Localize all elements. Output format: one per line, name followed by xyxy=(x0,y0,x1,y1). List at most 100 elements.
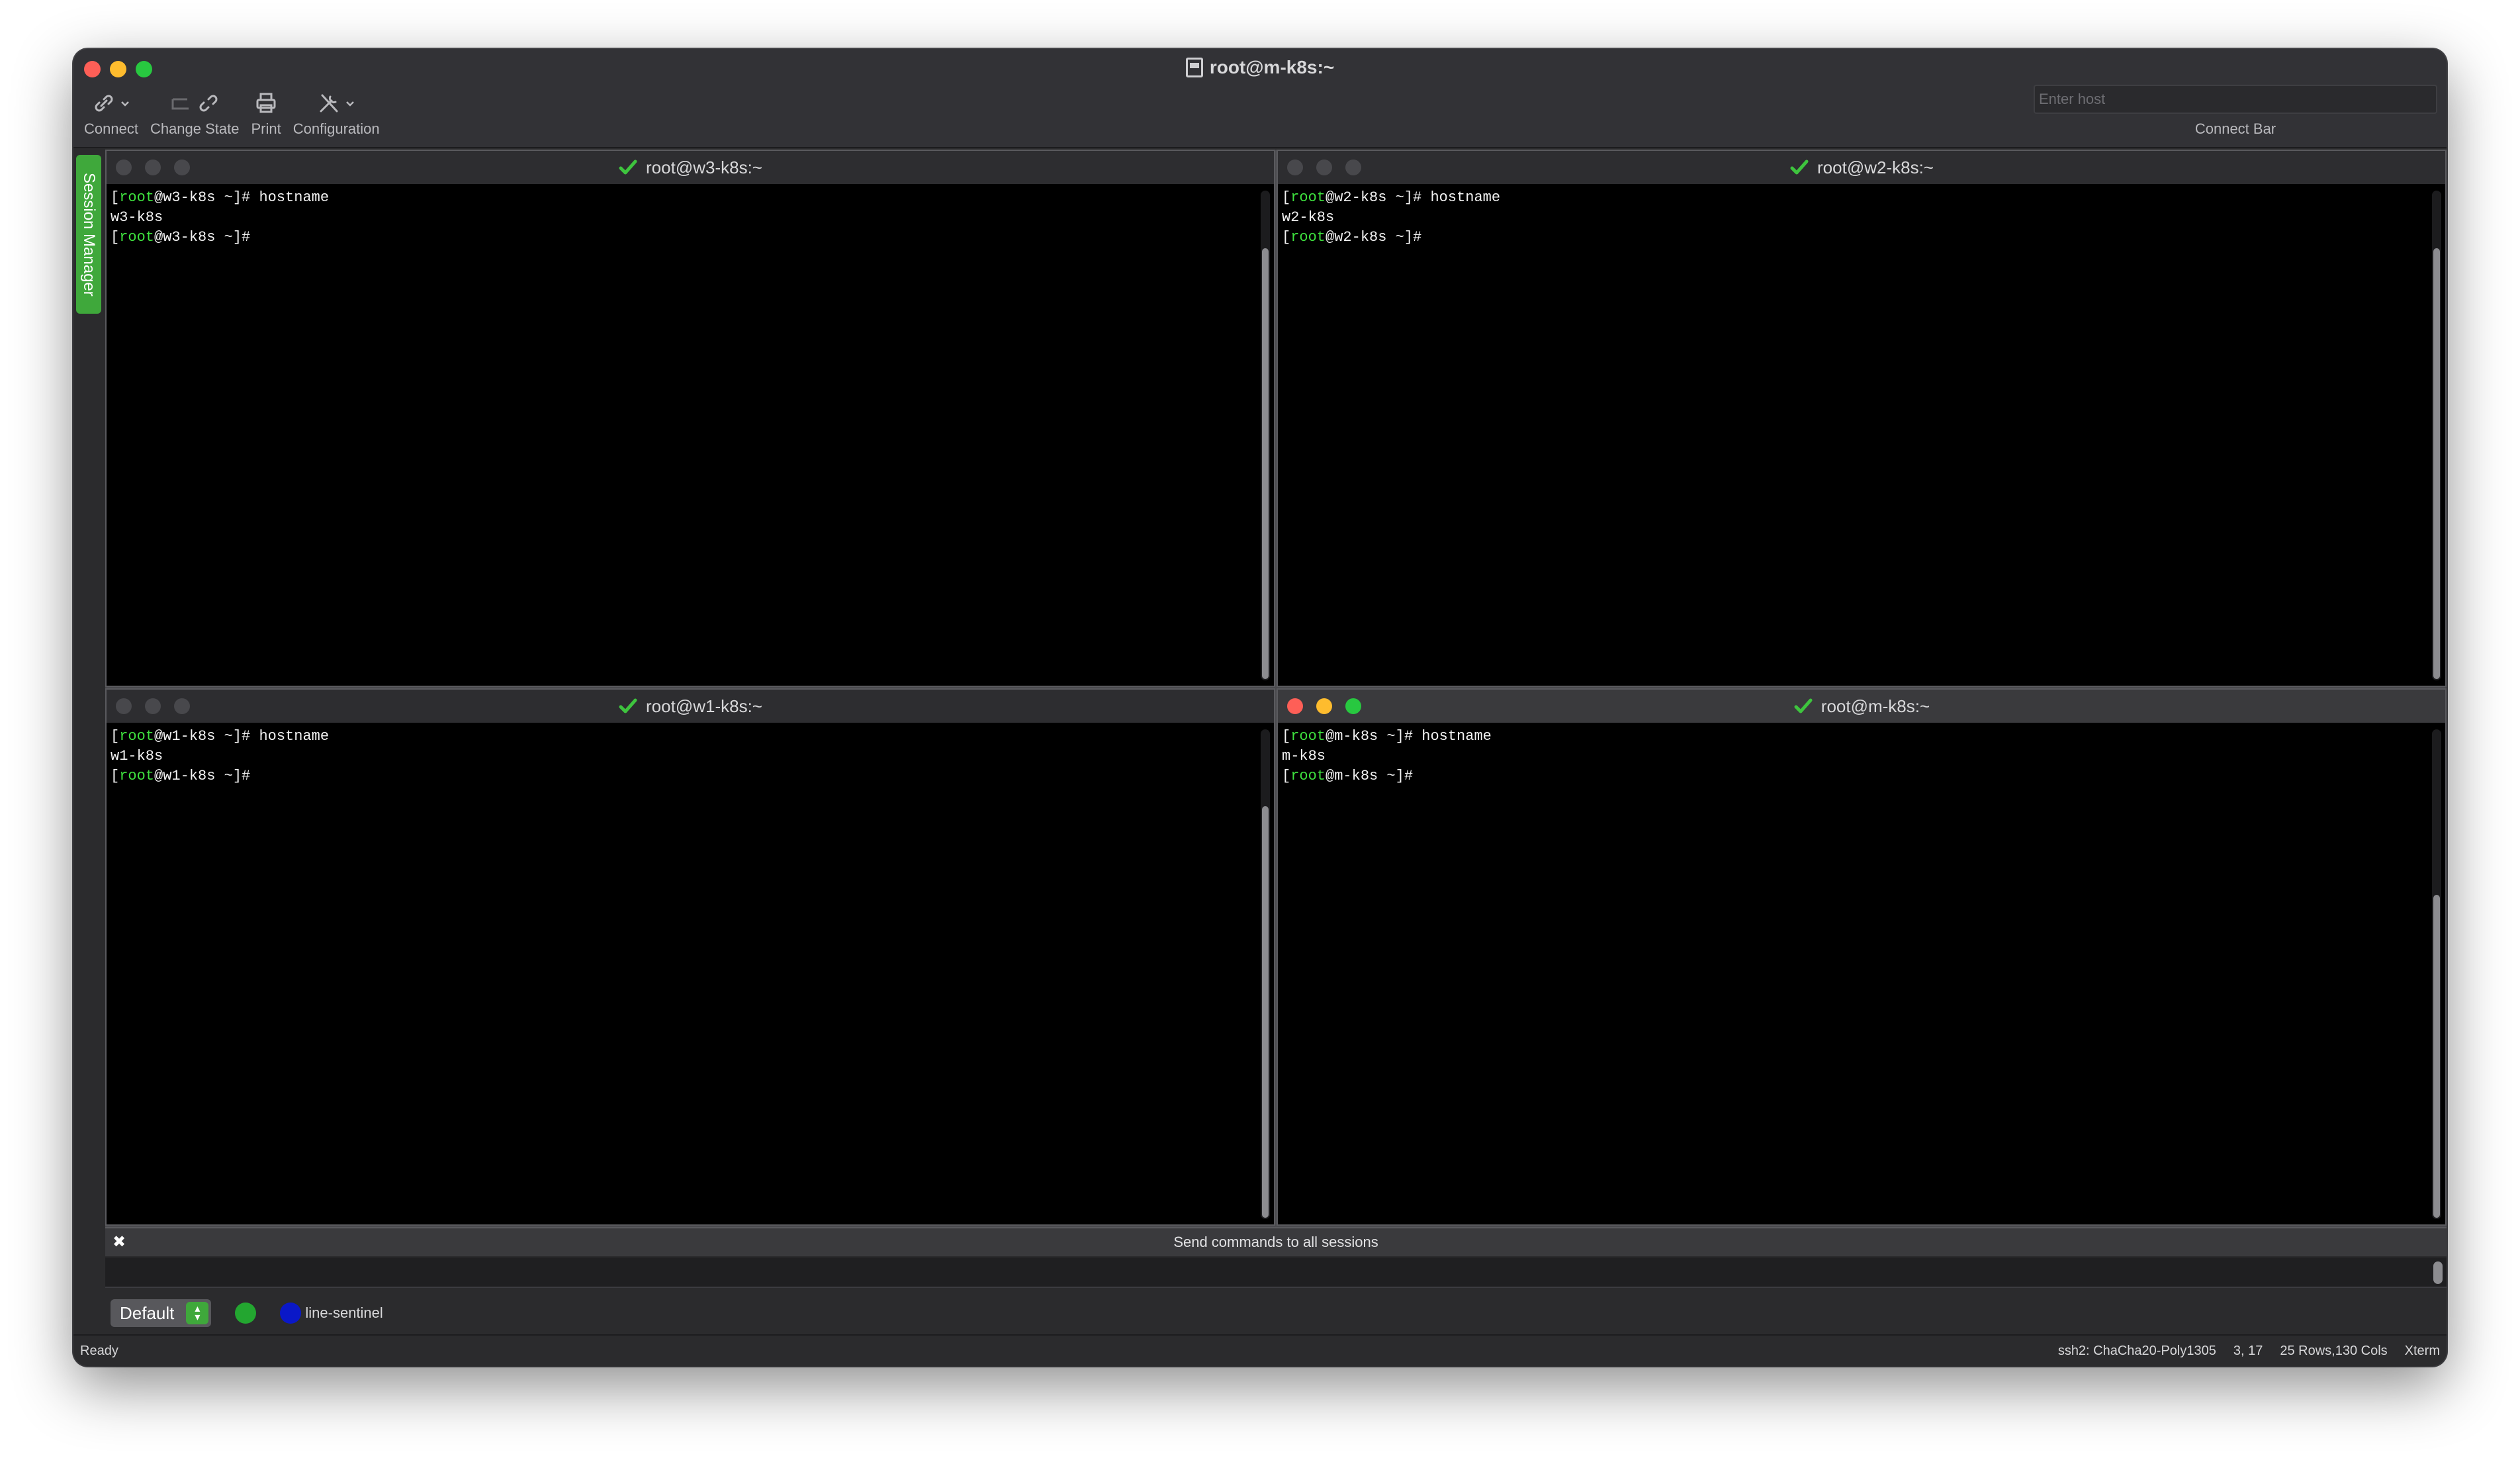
session-pane[interactable]: root@w3-k8s:~ [root@w3-k8s ~]# hostname w3… xyxy=(105,150,1275,687)
session-title: root@w2-k8s:~ xyxy=(1789,158,1934,178)
pane-window-controls xyxy=(116,698,190,714)
pane-minimize-button[interactable] xyxy=(1316,698,1332,714)
print-button[interactable]: Print xyxy=(248,89,285,138)
send-commands-title: Send commands to all sessions xyxy=(1173,1234,1378,1250)
connect-bar-label: Connect Bar xyxy=(2194,120,2276,137)
terminal-size: 25 Rows,130 Cols xyxy=(2280,1343,2388,1358)
session-tab-header[interactable]: root@m-k8s:~ xyxy=(1278,690,2445,723)
terminal-line: [root@w1-k8s ~]# hostname xyxy=(111,728,330,745)
session-tab-header[interactable]: root@w3-k8s:~ xyxy=(107,151,1274,184)
terminal-line: [root@w3-k8s ~]# hostname xyxy=(111,189,330,206)
pane-close-button[interactable] xyxy=(1287,160,1303,175)
pane-minimize-button[interactable] xyxy=(1316,160,1332,175)
session-pane[interactable]: root@m-k8s:~ [root@m-k8s ~]# hostname m-k8… xyxy=(1277,688,2447,1226)
session-title: root@w3-k8s:~ xyxy=(618,158,762,178)
checkmark-icon xyxy=(618,158,638,177)
title-toolbar: root@m-k8s:~ Connect Change State Print … xyxy=(73,49,2447,148)
link-icon xyxy=(199,95,218,112)
configuration-icon xyxy=(320,94,338,113)
connect-label: Connect xyxy=(84,120,138,137)
scrollbar-thumb[interactable] xyxy=(1262,248,1269,679)
pane-close-button[interactable] xyxy=(116,698,132,714)
document-icon xyxy=(1185,58,1203,77)
connect-bar: Connect Bar xyxy=(2034,85,2437,138)
status-bar: Ready ssh2: ChaCha20-Poly1305 3, 17 25 R… xyxy=(73,1334,2447,1366)
change-state-icon xyxy=(171,98,189,110)
terminal-line: w1-k8s xyxy=(111,748,163,764)
line-sentinel-button[interactable]: line-sentinel xyxy=(280,1303,383,1324)
chevron-down-icon xyxy=(346,101,355,107)
configuration-button[interactable]: Configuration xyxy=(289,89,384,138)
terminal-scrollbar[interactable] xyxy=(1261,191,1270,680)
send-commands-bar: ✖ Send commands to all sessions Default … xyxy=(105,1227,2447,1334)
session-panes: root@w3-k8s:~ [root@w3-k8s ~]# hostname w3… xyxy=(105,150,2447,1227)
terminal-scrollbar[interactable] xyxy=(1261,729,1270,1219)
terminal-scrollbar[interactable] xyxy=(2432,191,2441,680)
scrollbar-thumb[interactable] xyxy=(1262,806,1269,1218)
session-tab-header[interactable]: root@w1-k8s:~ xyxy=(107,690,1274,723)
checkmark-icon xyxy=(1793,696,1813,716)
send-commands-header: ✖ Send commands to all sessions xyxy=(105,1227,2447,1256)
terminal-output[interactable]: [root@w1-k8s ~]# hostname w1-k8s [root@w1-… xyxy=(111,727,1251,1222)
pane-minimize-button[interactable] xyxy=(145,160,161,175)
emulation-type: Xterm xyxy=(2404,1343,2440,1358)
pane-close-button[interactable] xyxy=(1287,698,1303,714)
pane-zoom-button[interactable] xyxy=(1345,698,1361,714)
scrollbar-thumb[interactable] xyxy=(2433,895,2440,1218)
terminal-line: w2-k8s xyxy=(1282,209,1335,226)
terminal-line: m-k8s xyxy=(1282,748,1326,764)
connect-button[interactable]: Connect xyxy=(80,89,142,138)
window-title-text: root@m-k8s:~ xyxy=(1209,57,1335,77)
status-text: Ready xyxy=(80,1343,118,1358)
session-pane[interactable]: root@w2-k8s:~ [root@w2-k8s ~]# hostname w2… xyxy=(1277,150,2447,687)
session-manager-label: Session Manager xyxy=(80,172,98,297)
close-icon[interactable]: ✖ xyxy=(109,1232,129,1252)
pane-window-controls xyxy=(116,160,190,175)
change-state-button[interactable]: Change State xyxy=(146,89,244,138)
pane-minimize-button[interactable] xyxy=(145,698,161,714)
app-window: root@m-k8s:~ Connect Change State Print … xyxy=(73,49,2447,1366)
session-title-text: root@w1-k8s:~ xyxy=(646,696,762,716)
pane-window-controls xyxy=(1287,160,1361,175)
button-bar: Default ▴ ▾ line-sentinel xyxy=(105,1292,2447,1334)
configuration-label: Configuration xyxy=(292,120,380,137)
line-sentinel-label: line-sentinel xyxy=(305,1304,383,1321)
session-tab-header[interactable]: root@w2-k8s:~ xyxy=(1278,151,2445,184)
terminal-line: [root@w1-k8s ~]# xyxy=(111,768,251,784)
terminal-scrollbar[interactable] xyxy=(2432,729,2441,1219)
pane-zoom-button[interactable] xyxy=(174,698,190,714)
terminal-line: [root@m-k8s ~]# xyxy=(1282,768,1414,784)
toolbar: Connect Change State Print Configuration xyxy=(80,89,384,138)
session-title: root@w1-k8s:~ xyxy=(618,696,762,717)
session-title-text: root@w3-k8s:~ xyxy=(646,157,762,177)
session-pane[interactable]: root@w1-k8s:~ [root@w1-k8s ~]# hostname w1… xyxy=(105,688,1275,1226)
cipher-text: ssh2: ChaCha20-Poly1305 xyxy=(2057,1343,2216,1358)
connect-icon xyxy=(95,95,113,112)
host-input[interactable] xyxy=(2034,85,2437,114)
scrollbar-thumb[interactable] xyxy=(2433,248,2440,679)
terminal-line: [root@w3-k8s ~]# xyxy=(111,229,251,246)
change-state-label: Change State xyxy=(150,120,240,137)
terminal-output[interactable]: [root@m-k8s ~]# hostname m-k8s [root@m-k8s… xyxy=(1282,727,2423,1222)
window-title: root@m-k8s:~ xyxy=(73,57,2447,78)
pane-zoom-button[interactable] xyxy=(174,160,190,175)
print-label: Print xyxy=(251,120,281,137)
session-manager-tab[interactable]: Session Manager xyxy=(76,155,101,314)
terminal-output[interactable]: [root@w3-k8s ~]# hostname w3-k8s [root@w3-… xyxy=(111,188,1251,683)
checkmark-icon xyxy=(1789,158,1809,177)
pane-window-controls xyxy=(1287,698,1361,714)
button-bar-select[interactable]: Default ▴ ▾ xyxy=(111,1299,212,1327)
green-status-button[interactable] xyxy=(235,1303,257,1324)
pane-zoom-button[interactable] xyxy=(1345,160,1361,175)
send-input-scrollbar[interactable] xyxy=(2433,1261,2443,1284)
chevron-down-icon xyxy=(121,101,129,107)
session-title-text: root@m-k8s:~ xyxy=(1821,696,1930,716)
checkmark-icon xyxy=(618,696,638,716)
pane-close-button[interactable] xyxy=(116,160,132,175)
terminal-output[interactable]: [root@w2-k8s ~]# hostname w2-k8s [root@w2-… xyxy=(1282,188,2423,683)
terminal-line: [root@w2-k8s ~]# xyxy=(1282,229,1422,246)
terminal-line: w3-k8s xyxy=(111,209,163,226)
send-commands-input[interactable] xyxy=(105,1258,2447,1288)
session-manager-strip: Session Manager xyxy=(73,150,104,1268)
select-stepper-icon: ▴ ▾ xyxy=(186,1302,209,1324)
